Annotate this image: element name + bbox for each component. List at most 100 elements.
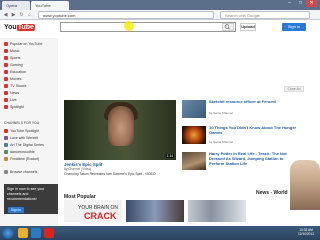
sidebar-item-label: YouTube Spotlight (10, 128, 40, 133)
channel-avatar (4, 149, 8, 154)
youtube-logo[interactable]: YouTube (4, 23, 35, 33)
search-icon (224, 24, 231, 30)
side-video-title[interactable]: Harry Potter In Real Life - Teach: The N… (209, 151, 293, 166)
webcam-overlay (290, 160, 320, 210)
channel-avatar (4, 128, 8, 133)
side-video-2[interactable]: 10 Things You Didn't Know About The Hung… (182, 125, 306, 150)
sidebar-item-label: Movies (10, 76, 22, 81)
minimize-icon[interactable]: – (284, 0, 295, 7)
sidebar-item-label: Music (10, 48, 20, 53)
ad-banner (60, 38, 306, 94)
youtube-search-button[interactable] (222, 23, 234, 31)
gaming-icon (4, 62, 8, 67)
sidebar-item-education[interactable]: Education (4, 68, 56, 75)
sidebar-item-label: Sports (10, 55, 21, 60)
sidebar-item-label: Browse channels (10, 169, 38, 174)
sidebar-item-tv-shows[interactable]: TV Shows (4, 82, 56, 89)
news-heading: News - World (256, 190, 288, 196)
start-button-icon[interactable] (2, 227, 14, 239)
sidebar-item-label: Education (10, 69, 26, 74)
file-explorer-icon[interactable] (18, 228, 28, 238)
most-popular-thumbnail-2[interactable] (126, 200, 184, 222)
sidebar-item-label: Spotlight (10, 104, 24, 109)
upload-button[interactable]: Upload (240, 23, 256, 31)
side-video-thumbnail[interactable] (182, 152, 206, 170)
channel-avatar (4, 156, 8, 161)
tab-opera[interactable]: Opera (2, 1, 30, 10)
close-ad-button[interactable]: Close Ad (284, 86, 304, 92)
movies-icon (4, 76, 8, 81)
sidebar-item-label: News (10, 90, 19, 95)
side-video-thumbnail[interactable] (182, 126, 206, 144)
sidebar-item-label: TV Shows (10, 83, 27, 88)
channel-avatar (4, 142, 8, 147)
side-video-channel: by Name Channel (209, 140, 234, 144)
side-video-title[interactable]: 10 Things You Didn't Know About The Hung… (209, 125, 305, 136)
sidebar-item-label: Gaming (10, 62, 23, 67)
sidebar-item-live[interactable]: Live (4, 96, 56, 103)
reload-icon[interactable]: ↻ (18, 12, 25, 18)
sidebar-item-label: Freddiew (Rocket) (10, 156, 40, 161)
sidebar-channel-3[interactable]: Art The Digital Series (4, 141, 56, 148)
svg-text:CRACK: CRACK (84, 211, 117, 221)
channel-avatar (4, 135, 8, 140)
most-popular-thumbnail-3[interactable] (188, 200, 246, 222)
forward-icon[interactable]: ▶ (10, 12, 17, 18)
logo-you: You (4, 24, 17, 31)
featured-video-description: Channing Tatum Recreates Van Damme's Epi… (64, 172, 156, 176)
side-video-3[interactable]: Harry Potter In Real Life - Teach: The N… (182, 151, 306, 188)
sidebar-channel-4[interactable]: danoesmoothie (4, 148, 56, 155)
video-duration: 1:14 (165, 154, 174, 158)
youtube-search-input[interactable] (60, 22, 236, 32)
taskbar-clock: 10:33 AM 12/10/2013 (294, 228, 318, 236)
maximize-icon[interactable]: □ (295, 0, 306, 7)
sidebar-item-spotlight[interactable]: Spotlight (4, 103, 56, 110)
featured-video-thumbnail[interactable]: 1:14 (64, 100, 176, 160)
signin-promo-button[interactable]: Sign in (8, 207, 24, 213)
browse-channels-link[interactable]: Browse channels (4, 168, 56, 175)
cursor-highlight (124, 21, 134, 31)
featured-video-channel[interactable]: by Channel (Video) (64, 167, 91, 171)
sidebar-item-music[interactable]: Music (4, 47, 56, 54)
browse-icon (4, 169, 8, 174)
sidebar-channel-5[interactable]: Freddiew (Rocket) (4, 155, 56, 162)
side-video-1[interactable]: Sketchit resource officer at Fenced by N… (182, 99, 306, 124)
tv-icon (4, 83, 8, 88)
close-icon[interactable]: ✕ (306, 0, 317, 7)
education-icon (4, 69, 8, 74)
sidebar-item-movies[interactable]: Movies (4, 75, 56, 82)
side-video-channel: by Name Channel (209, 111, 234, 115)
spotlight-icon (4, 104, 8, 109)
sidebar-channel-2[interactable]: Love with Wentell (4, 134, 56, 141)
popular-icon (4, 41, 8, 46)
sports-icon (4, 55, 8, 60)
opera-icon[interactable] (44, 228, 54, 238)
sidebar-item-label: Live (10, 97, 17, 102)
thumbnail-face (108, 106, 134, 146)
clock-date: 12/10/2013 (298, 232, 314, 237)
sidebar-item-label: Art The Digital Series (10, 142, 44, 147)
media-player-icon[interactable] (31, 228, 41, 238)
home-icon[interactable]: ⌂ (26, 12, 33, 18)
logo-tube: Tube (16, 24, 35, 31)
sign-in-button[interactable]: Sign in (282, 23, 306, 31)
sidebar-item-news[interactable]: News (4, 89, 56, 96)
tab-youtube[interactable]: YouTube (31, 1, 69, 10)
side-video-title[interactable]: Sketchit resource officer at Fenced (209, 99, 305, 105)
sidebar-item-sports[interactable]: Sports (4, 54, 56, 61)
sidebar-channel-1[interactable]: YouTube Spotlight (4, 127, 56, 134)
most-popular-thumbnail-1[interactable]: YOUR BRAIN ON CRACK (64, 200, 122, 222)
signin-promo-text: Sign in now to see your channels and rec… (7, 187, 45, 201)
sidebar-item-label: danoesmoothie (10, 149, 35, 154)
address-bar[interactable]: www.youtube.com (38, 11, 214, 19)
channels-heading: CHANNELS FOR YOU (4, 121, 40, 125)
sidebar-item-gaming[interactable]: Gaming (4, 61, 56, 68)
google-search-box[interactable]: Search with Google (220, 11, 310, 19)
sidebar-item-popular[interactable]: Popular on YouTube (4, 40, 56, 47)
music-icon (4, 48, 8, 53)
side-video-thumbnail[interactable] (182, 100, 206, 118)
back-icon[interactable]: ◀ (2, 12, 9, 18)
sidebar-item-label: Popular on YouTube (10, 41, 43, 46)
sidebar-item-label: Love with Wentell (10, 135, 39, 140)
brain-on-crack-thumbnail: YOUR BRAIN ONCRACK (78, 205, 118, 221)
